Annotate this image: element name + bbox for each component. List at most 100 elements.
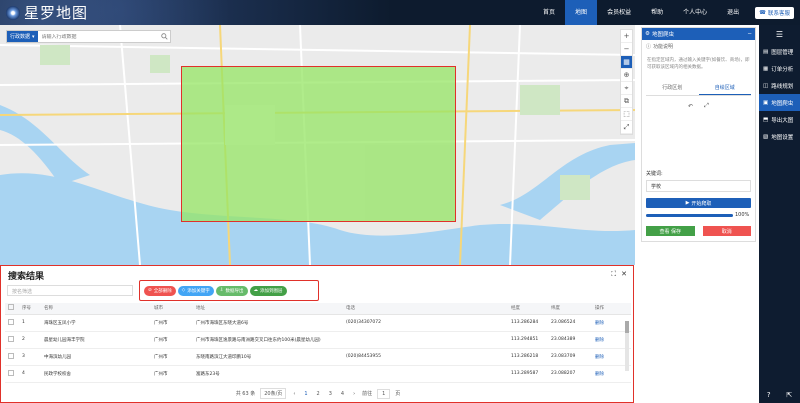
progress-bar [646, 214, 733, 217]
add-keyword-label: 添加关键字 [187, 288, 210, 294]
results-filter-input[interactable]: 按名筛选 [7, 285, 133, 296]
nav-help[interactable]: 帮助 [641, 0, 673, 25]
table-row[interactable]: 2 晨星幼儿园海丰学院 广州市 广州市海珠区逸景路与南洲路交叉口往东约100米(… [5, 331, 631, 349]
locate-icon[interactable]: ⊕ [621, 69, 632, 82]
panel-description: 在指定区域内，通过输入关键字(如餐饮、商场)，即可获取该区域内的相关数据。 [647, 58, 750, 70]
row-checkbox[interactable] [5, 331, 19, 349]
sidebar-footer: ? ⇱ [759, 391, 800, 399]
export-data-button[interactable]: ⇩ 数据导出 [215, 285, 248, 296]
search-category-select[interactable]: 行政数据 ▾ [7, 31, 38, 42]
export-data-label: 数据导出 [225, 288, 244, 294]
tag-icon: ◇ [181, 288, 186, 293]
menu-icon[interactable]: ☰ [759, 25, 800, 43]
cell-no: 1 [19, 314, 41, 332]
nav-logout[interactable]: 退出 [717, 0, 749, 25]
sidebar-item-label: 订单分析 [771, 66, 794, 73]
page-4[interactable]: 4 [339, 390, 346, 398]
nav-membership[interactable]: 会员权益 [597, 0, 641, 25]
selection-area[interactable] [181, 66, 456, 222]
page-unit: 页 [395, 391, 401, 397]
row-checkbox[interactable] [5, 314, 19, 332]
minimize-icon[interactable]: − [747, 31, 752, 37]
map-search-input[interactable] [37, 33, 158, 40]
expand-icon[interactable]: ⤢ [703, 102, 711, 110]
add-keyword-button[interactable]: ◇ 添加关键字 [177, 285, 214, 296]
sidebar-item-layers[interactable]: ▤ 图层管理 [759, 43, 800, 60]
prev-page-button[interactable]: ‹ [291, 390, 297, 398]
tab-admin-region[interactable]: 行政区划 [646, 81, 699, 95]
page-2[interactable]: 2 [315, 390, 322, 398]
table-scrollbar[interactable] [625, 321, 629, 371]
search-icon [160, 33, 168, 40]
tab-custom-region[interactable]: 自绘区域 [698, 81, 751, 95]
logo-icon [6, 5, 20, 20]
page-size-select[interactable]: 20条/页 [260, 388, 287, 399]
cell-lat: 23.083709 [548, 348, 592, 366]
panel-tabs: 行政区划 自绘区域 [646, 81, 751, 96]
sidebar-item-export[interactable]: ⬒ 导出大图 [759, 111, 800, 128]
sidebar-item-route[interactable]: ◫ 路线规划 [759, 77, 800, 94]
keyword-input[interactable]: 学校 [646, 180, 751, 192]
table-row[interactable]: 3 中海滨幼儿园 广州市 东晓南路滨江大道印鹏10号 (020)84453955… [5, 348, 631, 366]
headset-icon: ☎ [759, 9, 766, 16]
cell-city: 广州市 [151, 365, 193, 383]
sidebar-item-settings[interactable]: ▧ 地图设置 [759, 128, 800, 145]
logo[interactable]: 星罗地图 [6, 2, 88, 23]
save-results-button[interactable]: 查看 保存 [646, 226, 695, 236]
start-crawl-button[interactable]: ▶ 开始爬取 [646, 198, 751, 208]
help-icon[interactable]: ? [767, 391, 771, 399]
row-checkbox[interactable] [5, 365, 19, 383]
copy-icon[interactable]: ⧉ [621, 95, 632, 108]
share-icon[interactable]: ⇱ [786, 391, 792, 399]
fullscreen-icon[interactable]: ⛶ [611, 270, 616, 279]
undo-icon[interactable]: ↶ [687, 102, 695, 110]
col-address: 地址 [193, 303, 343, 315]
row-checkbox[interactable] [5, 348, 19, 366]
delete-all-button[interactable]: ⊘ 全部删除 [144, 285, 176, 296]
panel-sub-label: 功能说明 [653, 44, 674, 50]
nav-map[interactable]: 地图 [565, 0, 598, 25]
cell-address: 东晓南路滨江大道印鹏10号 [193, 348, 343, 366]
zoom-out-icon[interactable]: − [621, 43, 632, 56]
next-page-button[interactable]: › [351, 390, 357, 398]
route-icon: ◫ [763, 82, 769, 89]
sidebar-item-crawler[interactable]: ▣ 地图爬虫 [759, 94, 800, 111]
cell-city: 广州市 [151, 314, 193, 332]
cell-lng: 113.286218 [508, 348, 548, 366]
add-to-layer-button[interactable]: ☁ 添加到图层 [249, 285, 287, 296]
map-canvas[interactable]: 行政数据 ▾ + − ▦ ⊕ ⌖ ⧉ ⬚ ⤢ [0, 25, 635, 265]
search-category-label: 行政数据 [10, 34, 31, 40]
total-count: 共 63 条 [235, 391, 256, 397]
select-box-icon[interactable]: ⬚ [621, 108, 632, 121]
cancel-button[interactable]: 取消 [702, 226, 751, 236]
cell-name: 海珠区五凤小学 [41, 314, 151, 332]
delete-all-label: 全部删除 [153, 288, 172, 294]
cell-city: 广州市 [151, 331, 193, 349]
close-icon[interactable]: ✕ [621, 270, 627, 279]
nav-home[interactable]: 首页 [533, 0, 565, 25]
sidebar-item-label: 路线规划 [771, 83, 794, 90]
download-icon: ⇩ [219, 288, 224, 293]
zoom-in-icon[interactable]: + [621, 30, 632, 43]
settings-icon: ▧ [763, 133, 769, 140]
goto-input[interactable]: 1 [377, 388, 391, 399]
fullscreen-icon[interactable]: ⤢ [621, 121, 632, 134]
table-row[interactable]: 4 民政学校校舍 广州市 富路东23号 113.289587 23.088207… [5, 365, 631, 383]
measure-icon[interactable]: ⌖ [621, 82, 632, 95]
panel-title: 地图爬虫 [651, 32, 674, 38]
table-row[interactable]: 1 海珠区五凤小学 广州市 广州市海珠区东晓大道6号 (020)34307072… [5, 314, 631, 332]
panel-sub: ⓘ 功能说明 [642, 40, 755, 53]
layers-icon[interactable]: ▦ [621, 56, 632, 69]
start-crawl-label: 开始爬取 [691, 200, 712, 207]
select-all-checkbox[interactable] [5, 303, 19, 315]
cell-name: 晨星幼儿园海丰学院 [41, 331, 151, 349]
contact-button[interactable]: ☎ 联系客服 [755, 6, 794, 19]
page-1[interactable]: 1 [302, 390, 309, 398]
page-3[interactable]: 3 [327, 390, 334, 398]
sidebar-item-label: 地图设置 [771, 134, 794, 141]
cell-phone: (020)84453955 [343, 348, 508, 366]
search-button[interactable] [158, 33, 170, 40]
sidebar-item-orders[interactable]: ▦ 订单分析 [759, 60, 800, 77]
cell-phone [343, 331, 508, 349]
nav-profile[interactable]: 个人中心 [673, 0, 717, 25]
